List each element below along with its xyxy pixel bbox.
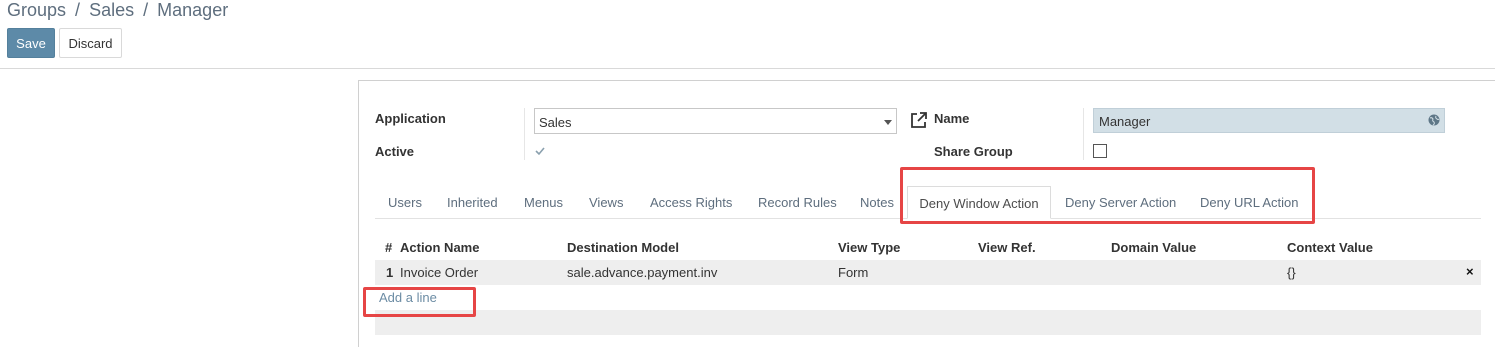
name-field[interactable]: Manager: [1093, 108, 1445, 133]
column-header-action-name[interactable]: Action Name: [400, 240, 479, 255]
column-header-number: #: [385, 240, 393, 255]
tab-views[interactable]: Views: [589, 195, 623, 210]
row-number: 1: [386, 265, 394, 280]
tab-deny-window-action[interactable]: Deny Window Action: [907, 186, 1051, 219]
cell-destination-model[interactable]: sale.advance.payment.inv: [567, 265, 717, 280]
tab-record-rules[interactable]: Record Rules: [758, 195, 837, 210]
application-select[interactable]: Sales: [534, 108, 897, 134]
breadcrumb-groups[interactable]: Groups: [7, 0, 66, 20]
tab-access-rights[interactable]: Access Rights: [650, 195, 732, 210]
delete-row-icon[interactable]: ×: [1466, 264, 1474, 279]
globe-icon[interactable]: [1428, 114, 1440, 126]
breadcrumb-manager: Manager: [157, 0, 229, 20]
add-line-link[interactable]: Add a line: [379, 290, 437, 305]
field-separator: [1083, 108, 1084, 160]
save-button[interactable]: Save: [7, 28, 55, 58]
table-row[interactable]: [375, 260, 1481, 285]
table-footer: [375, 310, 1481, 335]
breadcrumb-sales[interactable]: Sales: [89, 0, 134, 20]
check-icon[interactable]: [535, 146, 545, 156]
external-link-icon[interactable]: [909, 110, 929, 130]
chevron-down-icon[interactable]: [884, 120, 892, 125]
share-group-label: Share Group: [934, 144, 1013, 159]
active-label: Active: [375, 144, 415, 159]
tab-menus[interactable]: Menus: [524, 195, 563, 210]
cell-view-type[interactable]: Form: [838, 265, 868, 280]
breadcrumb-separator: /: [143, 0, 149, 20]
tab-deny-server-action[interactable]: Deny Server Action: [1065, 195, 1176, 210]
column-header-view-type[interactable]: View Type: [838, 240, 900, 255]
tab-users[interactable]: Users: [388, 195, 422, 210]
tab-inherited[interactable]: Inherited: [447, 195, 498, 210]
control-panel-divider: [0, 68, 1495, 69]
breadcrumb-separator: /: [75, 0, 81, 20]
tab-deny-url-action[interactable]: Deny URL Action: [1200, 195, 1299, 210]
cell-action-name[interactable]: Invoice Order: [400, 265, 478, 280]
tab-notes[interactable]: Notes: [860, 195, 894, 210]
name-value: Manager: [1099, 114, 1151, 129]
field-separator: [524, 108, 525, 160]
share-group-checkbox[interactable]: [1093, 144, 1107, 158]
application-label: Application: [375, 111, 446, 126]
column-header-view-ref[interactable]: View Ref.: [978, 240, 1036, 255]
breadcrumb: Groups / Sales / Manager: [7, 0, 232, 21]
cell-context-value[interactable]: {}: [1287, 265, 1296, 280]
column-header-context-value[interactable]: Context Value: [1287, 240, 1373, 255]
column-header-destination-model[interactable]: Destination Model: [567, 240, 679, 255]
discard-button[interactable]: Discard: [59, 28, 122, 58]
application-value: Sales: [539, 115, 572, 130]
name-label: Name: [934, 111, 970, 126]
column-header-domain-value[interactable]: Domain Value: [1111, 240, 1196, 255]
